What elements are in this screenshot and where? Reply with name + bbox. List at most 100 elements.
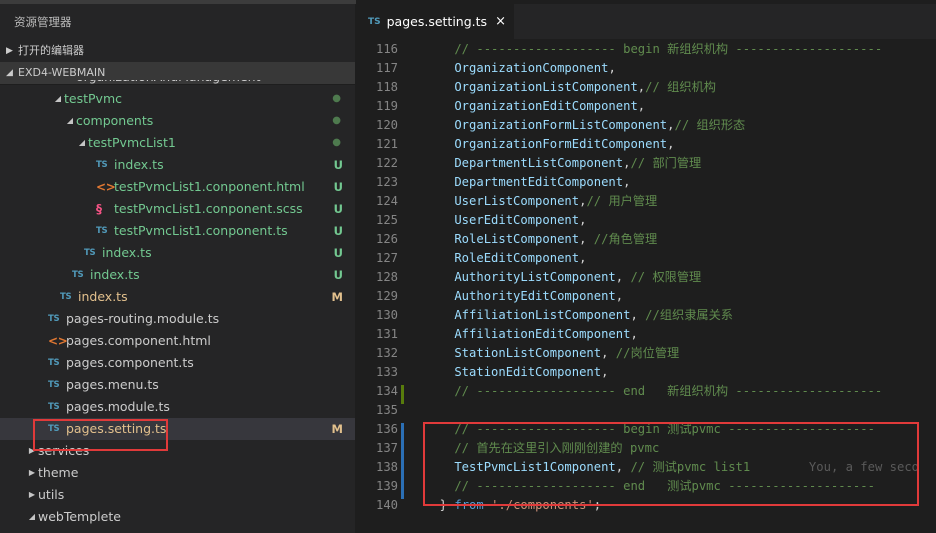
typescript-file-icon: TS <box>48 402 60 412</box>
line-number: 140 <box>375 498 398 512</box>
open-editors-section[interactable]: ▶ 打开的编辑器 <box>0 40 355 62</box>
code-line: 133 StationEditComponent, <box>356 363 936 382</box>
git-status-badge: U <box>333 224 343 238</box>
tree-folder[interactable]: ▶ theme <box>0 462 355 484</box>
code-identifier: AffiliationListComponent <box>425 308 631 322</box>
line-text: AffiliationListComponent, //组织隶属关系 <box>425 306 733 325</box>
tree-file[interactable]: TS pages.menu.ts <box>0 374 355 396</box>
close-icon[interactable]: × <box>495 14 506 29</box>
tree-item-label: utils <box>38 487 65 502</box>
line-number: 117 <box>375 61 398 75</box>
line-number: 136 <box>375 422 398 436</box>
line-text: OrganizationFormListComponent,// 组织形态 <box>425 116 745 135</box>
file-tree: organizationAndManagement◢testPvmc●◢comp… <box>0 80 355 533</box>
line-number: 122 <box>375 156 398 170</box>
git-status-badge: U <box>333 202 343 216</box>
code-punctuation: , <box>608 61 616 75</box>
tree-folder[interactable]: ◢ testPvmc ● <box>0 88 355 110</box>
tree-file[interactable]: TS pages.component.ts <box>0 352 355 374</box>
git-status-badge: M <box>331 422 343 436</box>
tree-file[interactable]: TS index.ts U <box>0 264 355 286</box>
tab-pages-setting[interactable]: TS pages.setting.ts × <box>356 4 514 39</box>
code-line: 132 StationListComponent, //岗位管理 <box>356 344 936 363</box>
line-number: 119 <box>375 99 398 113</box>
chevron-down-icon: ◢ <box>54 94 62 103</box>
line-number: 118 <box>375 80 398 94</box>
code-identifier: AuthorityEditComponent <box>425 289 616 303</box>
line-number: 134 <box>375 384 398 398</box>
chevron-right-icon: ▶ <box>28 490 36 499</box>
code-identifier: DepartmentListComponent <box>425 156 624 170</box>
tree-item-label: theme <box>38 465 79 480</box>
tree-file[interactable]: TS pages-routing.module.ts <box>0 308 355 330</box>
code-line: 135 <box>356 401 936 420</box>
line-text: UserEditComponent, <box>425 211 586 230</box>
line-number: 121 <box>375 137 398 151</box>
tree-folder[interactable]: ◢ testPvmcList1 ● <box>0 132 355 154</box>
typescript-file-icon: TS <box>72 270 84 280</box>
typescript-file-icon: TS <box>96 226 108 236</box>
git-status-badge: U <box>333 268 343 282</box>
typescript-file-icon: TS <box>60 292 72 302</box>
tree-item-label: index.ts <box>114 157 164 172</box>
tree-folder[interactable]: ▶ utils <box>0 484 355 506</box>
tree-file[interactable]: TS pages.module.ts <box>0 396 355 418</box>
tree-folder[interactable]: organizationAndManagement <box>0 80 355 88</box>
line-text: StationEditComponent, <box>425 363 608 382</box>
line-number: 138 <box>375 460 398 474</box>
line-text: // ------------------- end 新组织机构 -------… <box>425 382 882 401</box>
tree-item-label: pages.menu.ts <box>66 377 159 392</box>
tree-file[interactable]: <> testPvmcList1.conponent.html U <box>0 176 355 198</box>
code-identifier: AuthorityListComponent <box>425 270 616 284</box>
tree-item-label: organizationAndManagement <box>76 80 260 88</box>
typescript-file-icon: TS <box>96 160 108 170</box>
tree-item-label: webTemplete <box>38 509 121 524</box>
editor-area: TS pages.setting.ts × 116 // -----------… <box>356 0 936 533</box>
code-line: 125 UserEditComponent, <box>356 211 936 230</box>
code-identifier: UserListComponent <box>425 194 580 208</box>
tree-file[interactable]: TS index.ts U <box>0 242 355 264</box>
line-text: RoleEditComponent, <box>425 249 586 268</box>
chevron-right-icon: ▶ <box>28 468 36 477</box>
typescript-file-icon: TS <box>48 380 60 390</box>
line-number: 132 <box>375 346 398 360</box>
line-text: DepartmentEditComponent, <box>425 173 630 192</box>
line-number: 128 <box>375 270 398 284</box>
line-number: 133 <box>375 365 398 379</box>
html-file-icon: <> <box>96 180 116 194</box>
code-punctuation: , <box>630 327 638 341</box>
code-line: 116 // ------------------- begin 新组织机构 -… <box>356 40 936 59</box>
code-punctuation: , <box>637 99 646 113</box>
code-identifier: AffiliationEditComponent <box>425 327 631 341</box>
tab-bar: TS pages.setting.ts × <box>356 4 936 39</box>
tree-file[interactable]: § testPvmcList1.conponent.scss U <box>0 198 355 220</box>
tree-file[interactable]: TS index.ts M <box>0 286 355 308</box>
code-line: 131 AffiliationEditComponent, <box>356 325 936 344</box>
line-number: 130 <box>375 308 398 322</box>
code-line: 117 OrganizationComponent, <box>356 59 936 78</box>
tree-file[interactable]: TS testPvmcList1.conponent.ts U <box>0 220 355 242</box>
line-number: 129 <box>375 289 398 303</box>
highlight-box-code <box>423 422 919 506</box>
code-punctuation: , <box>615 270 631 284</box>
code-comment: //角色管理 <box>593 232 658 246</box>
tree-item-label: index.ts <box>90 267 140 282</box>
code-comment: // 组织机构 <box>645 80 716 94</box>
tree-folder[interactable]: ◢ components ● <box>0 110 355 132</box>
code-comment: //组织隶属关系 <box>645 308 733 322</box>
line-text: AuthorityEditComponent, <box>425 287 623 306</box>
code-punctuation: , <box>579 232 594 246</box>
tree-file[interactable]: <> pages.component.html <box>0 330 355 352</box>
code-comment: // ------------------- end 新组织机构 -------… <box>425 384 883 398</box>
line-text: OrganizationListComponent,// 组织机构 <box>425 78 716 97</box>
code-identifier: UserEditComponent <box>425 213 580 227</box>
line-number: 123 <box>375 175 398 189</box>
tree-folder[interactable]: ◢ webTemplete <box>0 506 355 528</box>
tree-file[interactable]: TS index.ts U <box>0 154 355 176</box>
line-number: 126 <box>375 232 398 246</box>
tree-item-label: testPvmcList1.conponent.ts <box>114 223 288 238</box>
line-text: AuthorityListComponent, // 权限管理 <box>425 268 701 287</box>
line-text: AffiliationEditComponent, <box>425 325 638 344</box>
code-line: 119 OrganizationEditComponent, <box>356 97 936 116</box>
code-line: 123 DepartmentEditComponent, <box>356 173 936 192</box>
